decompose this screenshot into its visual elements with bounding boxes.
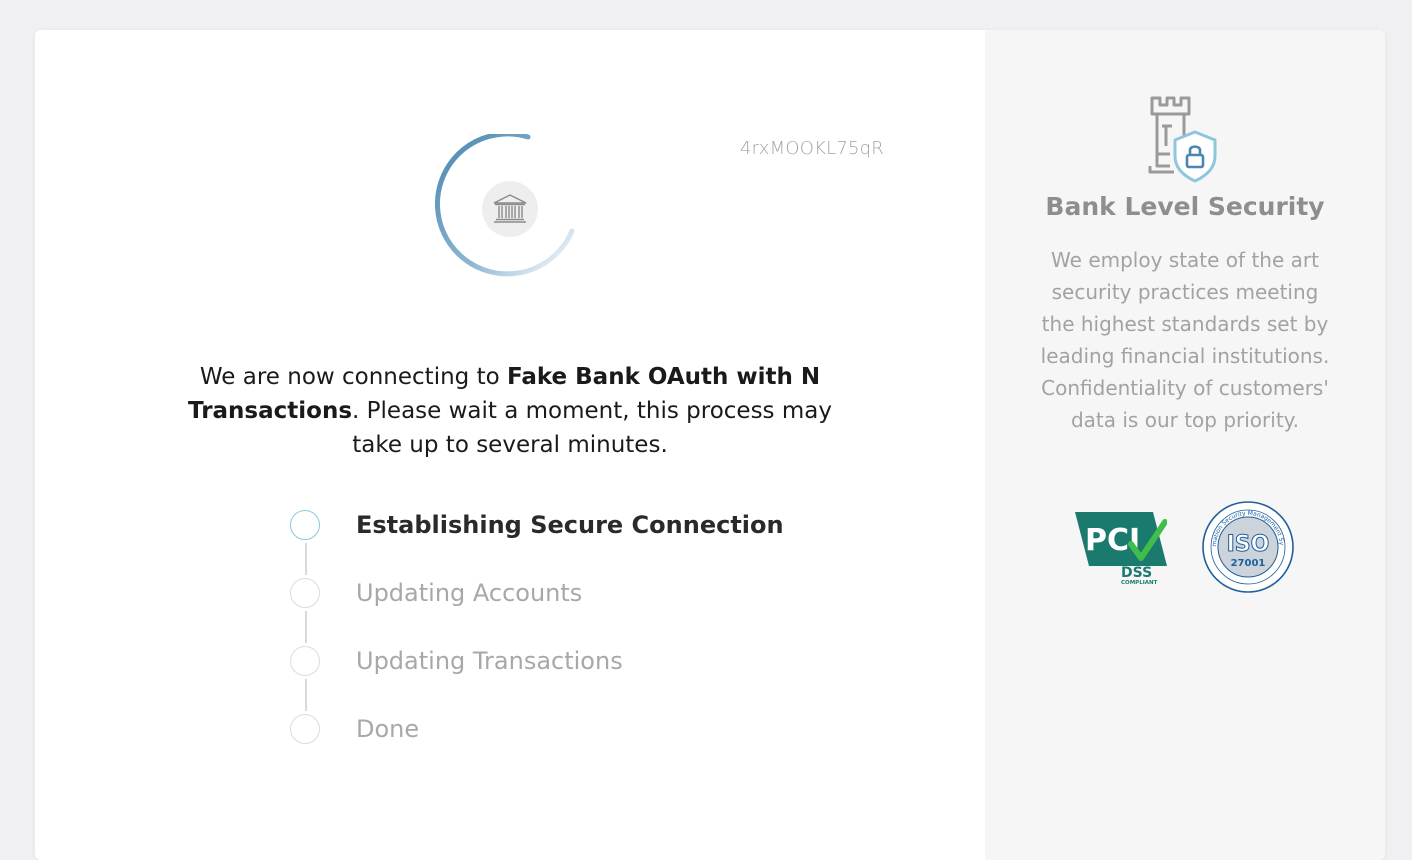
request-id: 4rxMOOKL75qR xyxy=(740,138,884,159)
step-indicator-icon xyxy=(290,510,320,540)
step-connector xyxy=(305,679,307,711)
iso-27001-badge: Information Security Management System I… xyxy=(1201,500,1294,593)
bank-badge xyxy=(482,181,538,237)
connecting-message: We are now connecting to Fake Bank OAuth… xyxy=(165,360,855,462)
step-establishing-connection: Establishing Secure Connection xyxy=(289,508,849,576)
progress-steps: Establishing Secure Connection Updating … xyxy=(289,508,849,780)
step-updating-accounts: Updating Accounts xyxy=(289,576,849,644)
pci-dss-badge: PCI DSS COMPLIANT xyxy=(1075,512,1167,586)
step-connector xyxy=(305,611,307,643)
iso-main-text: ISO xyxy=(1227,532,1270,557)
step-done: Done xyxy=(289,712,849,780)
message-suffix: . Please wait a moment, this process may… xyxy=(352,398,832,458)
step-label: Establishing Secure Connection xyxy=(356,511,784,539)
message-prefix: We are now connecting to xyxy=(199,364,507,390)
pci-main-text: PCI xyxy=(1085,523,1140,558)
connection-card: 4rxMOOKL75qR We are now connecting to Fa… xyxy=(35,30,1385,860)
security-panel: Bank Level Security We employ state of t… xyxy=(985,30,1385,860)
step-connector xyxy=(305,543,307,575)
castle-shield-lock-icon xyxy=(1148,96,1217,183)
connection-panel: 4rxMOOKL75qR We are now connecting to Fa… xyxy=(35,30,985,860)
security-description: We employ state of the art security prac… xyxy=(1040,248,1330,432)
pci-small-text: COMPLIANT xyxy=(1121,580,1158,586)
iso-number-text: 27001 xyxy=(1231,558,1266,569)
step-label: Done xyxy=(356,715,420,743)
step-updating-transactions: Updating Transactions xyxy=(289,644,849,712)
bank-icon xyxy=(493,194,527,223)
security-title: Bank Level Security xyxy=(1045,192,1325,221)
pci-sub-text: DSS xyxy=(1121,565,1152,581)
step-indicator-icon xyxy=(290,578,320,608)
step-label: Updating Accounts xyxy=(356,579,583,607)
step-indicator-icon xyxy=(290,714,320,744)
step-label: Updating Transactions xyxy=(356,647,623,675)
step-indicator-icon xyxy=(290,646,320,676)
